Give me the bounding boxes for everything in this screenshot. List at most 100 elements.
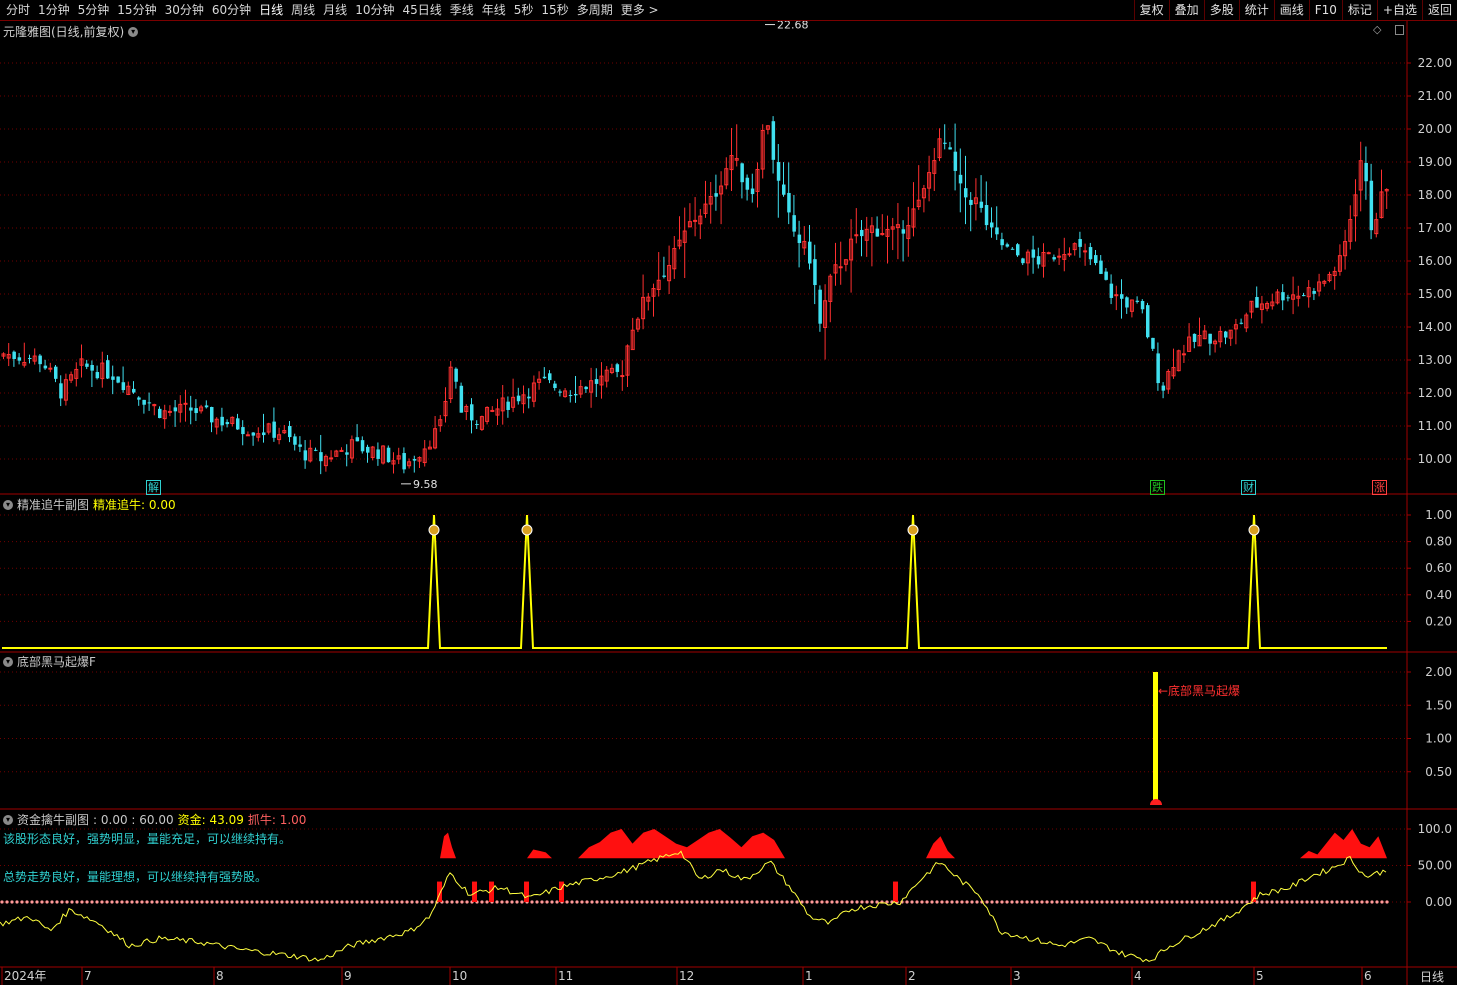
zero-dot [80,900,84,904]
zero-dot [645,900,649,904]
period-tab[interactable]: 分时 [2,0,34,20]
zero-dot [985,900,989,904]
chevron-down-icon[interactable]: ▾ [3,499,13,510]
period-tab[interactable]: 1分钟 [34,0,74,20]
zero-dot [200,900,204,904]
period-tab[interactable]: 15分钟 [113,0,160,20]
zero-dot [390,900,394,904]
candle-body-down [189,407,193,411]
candle-body-up [1181,353,1186,356]
candle-body-down [272,421,276,438]
tool-button[interactable]: 画线 [1273,0,1309,20]
zero-dot [1165,900,1169,904]
zero-dot [180,900,184,904]
tool-button[interactable]: F10 [1308,0,1342,20]
candle-body-down [995,227,999,235]
period-tab[interactable]: 5秒 [510,0,538,20]
period-tab[interactable]: 季线 [446,0,478,20]
candle-body-down [194,408,198,414]
tool-button[interactable]: 复权 [1133,0,1169,20]
tool-button[interactable]: 叠加 [1168,0,1204,20]
period-tab[interactable]: 5分钟 [74,0,114,20]
panel3-catch: 抓牛: 1.00 [247,813,307,827]
candle-body-up [245,434,250,437]
period-tab[interactable]: 月线 [319,0,351,20]
zero-dot [920,900,924,904]
zero-dot [455,900,459,904]
period-tab[interactable]: 30分钟 [161,0,208,20]
tool-button[interactable]: 统计 [1238,0,1274,20]
zero-dot [165,900,169,904]
diamond-icon[interactable]: ◇ [1373,23,1381,36]
candle-body-down [106,360,110,379]
chevron-down-icon[interactable]: ▾ [128,26,139,37]
zero-dot [1350,900,1354,904]
zero-dot [1090,900,1094,904]
panel1-value: 精准追牛: 0.00 [93,498,176,512]
zero-dot [1325,900,1329,904]
zero-dot [715,900,719,904]
zero-dot [935,900,939,904]
x-tick-label: 8 [216,969,224,983]
zero-dot [85,900,89,904]
candle-body-down [360,440,365,452]
period-tab[interactable]: 更多 > [617,0,663,20]
zero-dot [265,900,269,904]
zero-dot [530,900,534,904]
signal-badge: 财 [1241,480,1256,495]
zero-dot [250,900,254,904]
period-tab[interactable]: 45日线 [398,0,445,20]
zero-dot [380,900,384,904]
period-tab[interactable]: 10分钟 [351,0,398,20]
zero-dot [1045,900,1049,904]
y-tick-label: 15.00 [1418,287,1452,301]
zero-dot [930,900,934,904]
period-tab[interactable]: 多周期 [573,0,617,20]
zero-dot [865,900,869,904]
scroll-handle[interactable] [1395,25,1404,35]
candle-body-down [220,416,224,426]
period-tab[interactable]: 15秒 [537,0,572,20]
candle-body-down [1135,300,1140,302]
zero-dot [15,900,19,904]
zero-dot [1330,900,1334,904]
y-tick-label: 21.00 [1418,89,1452,103]
zero-dot [695,900,699,904]
chevron-down-icon[interactable]: ▾ [3,656,13,667]
x-tick-label: 12 [679,969,694,983]
candle-body-down [132,388,136,393]
zero-dot [840,900,844,904]
zero-dot [1085,900,1089,904]
period-tab[interactable]: 60分钟 [208,0,255,20]
zero-dot [425,900,429,904]
money-bag-icon [521,524,533,536]
zero-dot [1190,900,1194,904]
period-tab[interactable]: 周线 [287,0,319,20]
zero-dot [1215,900,1219,904]
zero-dot [905,900,909,904]
zero-dot [585,900,589,904]
tool-button[interactable]: 返回 [1421,0,1457,20]
zero-dot [630,900,634,904]
x-tick-label: 9 [344,969,352,983]
zero-dot [1285,900,1289,904]
y-tick-label: 22.00 [1418,56,1452,70]
zero-dot [625,900,629,904]
zero-dot [400,900,404,904]
zero-dot [1205,900,1209,904]
candle-body-down [548,373,552,381]
zero-dot [320,900,324,904]
zero-dot [70,900,74,904]
chevron-down-icon[interactable]: ▾ [3,814,13,825]
tool-button[interactable]: +自选 [1376,0,1422,20]
zero-dot [1050,900,1054,904]
candle-body-down [28,357,32,359]
zero-dot [485,900,489,904]
tool-button[interactable]: 多股 [1203,0,1239,20]
zero-dot [565,900,569,904]
period-tab[interactable]: 日线 [255,0,287,20]
tool-button[interactable]: 标记 [1341,0,1377,20]
period-tab[interactable]: 年线 [478,0,510,20]
zero-dot [1060,900,1064,904]
zero-dot [685,900,689,904]
